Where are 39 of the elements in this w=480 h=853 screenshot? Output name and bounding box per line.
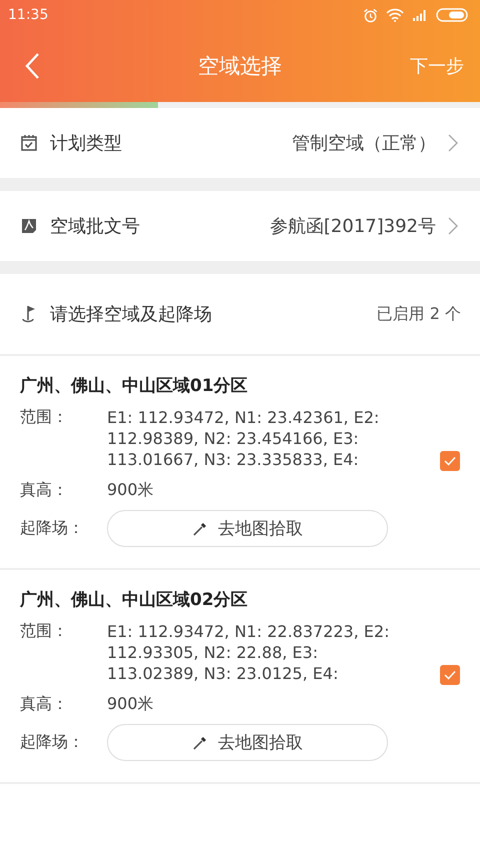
field-row[interactable]: 计划类型 管制空域（正常）: [0, 108, 480, 178]
airport-label: 起降场：: [20, 732, 85, 753]
battery-icon: [436, 8, 468, 22]
zone-name: 广州、佛山、中山区域02分区: [20, 589, 249, 611]
wifi-icon: [386, 8, 404, 22]
zone-checkbox[interactable]: [440, 665, 460, 685]
range-value: E1: 112.93472, N1: 22.837223, E2: 112.93305, N2: 22.88, E3: 113.02389, N3: 23.0125, E4:: [107, 621, 390, 684]
page-title: 空域选择: [198, 53, 282, 80]
enabled-count: 已启用 2 个: [376, 304, 461, 324]
field-row[interactable]: 空域批文号 参航函[2017]392号: [0, 191, 480, 261]
chevron-right-icon: [448, 217, 458, 235]
check-icon: [444, 456, 456, 466]
height-value: 900米: [107, 480, 154, 501]
range-value: E1: 112.93472, N1: 23.42361, E2: 112.98389, N2: 23.454166, E3: 113.01667, N3: 23.335833, E4:: [107, 407, 380, 470]
airport-label: 起降场：: [20, 518, 85, 539]
height-label: 真高：: [20, 480, 69, 501]
eyedropper-icon: [192, 520, 208, 536]
range-label: 范围：: [20, 407, 69, 428]
eyedropper-icon: [192, 734, 208, 750]
field-label: 空域批文号: [50, 215, 141, 238]
status-time: 11:35: [8, 7, 48, 23]
pick-from-map-button[interactable]: 去地图拾取: [107, 510, 388, 547]
back-icon: [24, 52, 40, 80]
signal-icon: [412, 9, 428, 21]
calendar-check-icon: [20, 134, 38, 152]
section-title: 请选择空域及起降场: [50, 303, 213, 326]
field-value: 管制空域（正常）: [292, 132, 436, 155]
field-label: 计划类型: [50, 132, 123, 155]
check-icon: [444, 670, 456, 680]
field-value: 参航函[2017]392号: [270, 215, 436, 238]
height-label: 真高：: [20, 694, 69, 715]
zone-checkbox[interactable]: [440, 451, 460, 471]
chevron-right-icon: [448, 134, 458, 152]
alarm-icon: [363, 8, 378, 22]
document-icon: [20, 217, 38, 235]
pick-from-map-button[interactable]: 去地图拾取: [107, 724, 388, 761]
range-label: 范围：: [20, 621, 69, 642]
height-value: 900米: [107, 694, 154, 715]
zone-name: 广州、佛山、中山区域01分区: [20, 375, 249, 397]
